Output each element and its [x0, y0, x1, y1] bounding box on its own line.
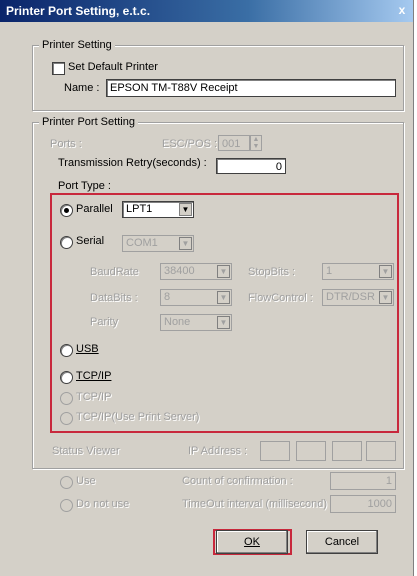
serial-radio[interactable]: [60, 236, 73, 249]
ip-octet-4: [366, 441, 396, 461]
tcpip-printserver-label: TCP/IP(Use Print Server): [76, 411, 200, 423]
ports-label: Ports :: [50, 138, 82, 150]
stopbits-value: 1: [326, 265, 333, 277]
flowcontrol-value: DTR/DSR: [326, 291, 375, 303]
set-default-checkbox[interactable]: [52, 62, 65, 75]
parallel-port-value: LPT1: [126, 203, 153, 215]
chevron-down-icon: ▼: [179, 203, 192, 216]
flowcontrol-label: FlowControl :: [248, 292, 313, 304]
dialog-window: Printer Port Setting, e.t.c. x Printer S…: [0, 0, 414, 576]
status-viewer-label: Status Viewer: [52, 445, 120, 457]
retry-field[interactable]: 0: [216, 158, 286, 174]
serial-label: Serial: [76, 235, 105, 247]
usb-radio[interactable]: [60, 344, 73, 357]
chevron-down-icon: ▼: [379, 265, 392, 278]
ip-octet-1: [260, 441, 290, 461]
ok-button-label: OK: [244, 536, 260, 548]
use-label: Use: [76, 475, 96, 487]
escpos-label: ESC/POS :: [162, 138, 218, 150]
databits-select: 8 ▼: [160, 289, 232, 306]
stopbits-label: StopBits :: [248, 266, 296, 278]
count-field: 1: [330, 472, 396, 490]
retry-label: Transmission Retry(seconds) :: [58, 157, 207, 169]
chevron-down-icon: ▼: [217, 291, 230, 304]
parity-value: None: [164, 316, 191, 328]
escpos-spin-icon: ▲ ▼: [250, 135, 262, 151]
tcpip-printserver-radio: [60, 412, 73, 425]
chevron-down-icon: ▼: [179, 237, 192, 250]
do-not-use-label: Do not use: [76, 498, 130, 510]
chevron-down-icon: ▼: [217, 316, 230, 329]
databits-value: 8: [164, 291, 171, 303]
name-field[interactable]: EPSON TM-T88V Receipt: [106, 79, 396, 97]
window-title: Printer Port Setting, e.t.c.: [6, 4, 151, 18]
count-label: Count of confirmation :: [182, 475, 293, 487]
use-radio: [60, 476, 73, 489]
parallel-port-select[interactable]: LPT1 ▼: [122, 201, 194, 218]
timeout-field: 1000: [330, 495, 396, 513]
baudrate-value: 38400: [164, 265, 195, 277]
port-setting-legend: Printer Port Setting: [39, 116, 138, 128]
serial-port-value: COM1: [126, 237, 158, 249]
timeout-label: TimeOut interval (millisecond) :: [182, 498, 334, 510]
ip-octet-2: [296, 441, 326, 461]
parity-select: None ▼: [160, 314, 232, 331]
escpos-field: 001: [218, 135, 250, 151]
cancel-button[interactable]: Cancel: [306, 530, 378, 554]
ip-address-label: IP Address :: [188, 445, 248, 457]
do-not-use-radio: [60, 499, 73, 512]
usb-label: USB: [76, 343, 99, 355]
printer-setting-legend: Printer Setting: [39, 39, 115, 51]
tcpip2-radio: [60, 392, 73, 405]
chevron-down-icon: ▼: [379, 291, 392, 304]
set-default-label: Set Default Printer: [68, 61, 158, 73]
ok-button[interactable]: OK: [216, 530, 288, 554]
serial-port-select: COM1 ▼: [122, 235, 194, 252]
port-type-label: Port Type :: [58, 180, 111, 192]
baudrate-label: BaudRate: [90, 266, 139, 278]
title-bar: Printer Port Setting, e.t.c. x: [0, 0, 413, 22]
close-icon[interactable]: x: [395, 2, 409, 18]
stopbits-select: 1 ▼: [322, 263, 394, 280]
parallel-label: Parallel: [76, 203, 113, 215]
tcpip-label: TCP/IP: [76, 370, 112, 382]
baudrate-select: 38400 ▼: [160, 263, 232, 280]
tcpip-radio[interactable]: [60, 371, 73, 384]
parallel-radio[interactable]: [60, 204, 73, 217]
printer-setting-group: Printer Setting: [32, 39, 404, 111]
databits-label: DataBits :: [90, 292, 138, 304]
flowcontrol-select: DTR/DSR ▼: [322, 289, 394, 306]
name-label: Name :: [64, 82, 100, 94]
ip-octet-3: [332, 441, 362, 461]
chevron-down-icon: ▼: [217, 265, 230, 278]
tcpip2-label: TCP/IP: [76, 391, 112, 403]
parity-label: Parity: [90, 316, 119, 328]
